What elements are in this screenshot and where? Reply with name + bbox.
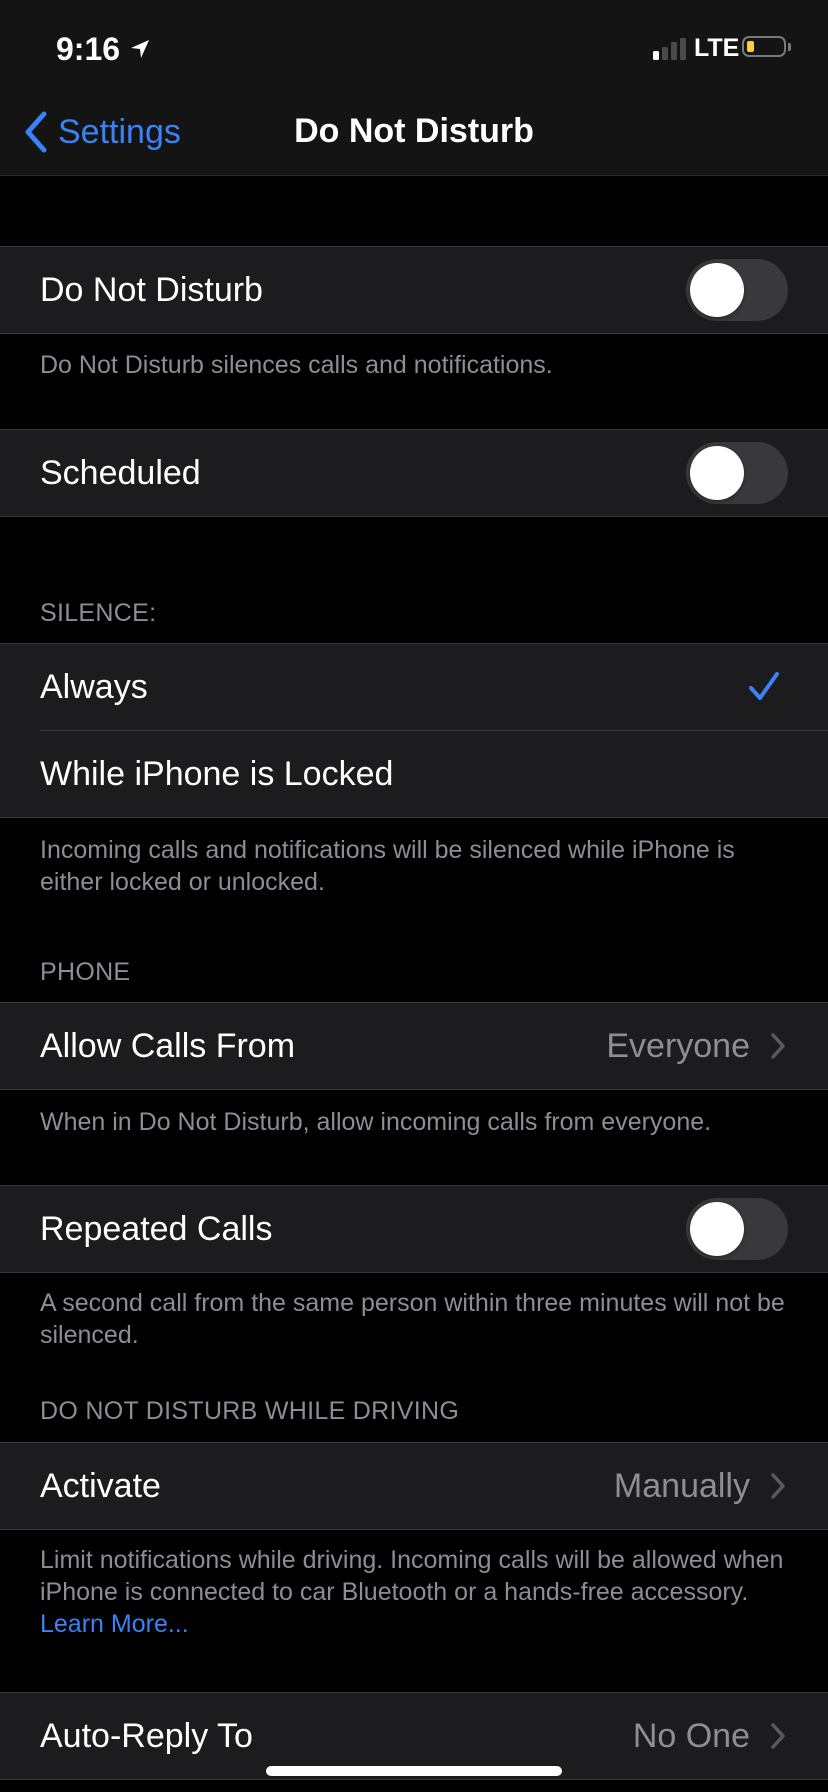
checkmark-icon — [749, 672, 779, 700]
toggle-knob — [690, 263, 744, 317]
battery-level — [747, 41, 754, 52]
allow-calls-from-cell[interactable]: Allow Calls From Everyone — [0, 1003, 828, 1089]
silence-option-always[interactable]: Always — [0, 644, 828, 730]
scheduled-label: Scheduled — [40, 453, 201, 492]
learn-more-link[interactable]: Learn More... — [40, 1610, 189, 1638]
location-arrow-icon — [131, 40, 149, 58]
home-indicator[interactable] — [266, 1766, 562, 1776]
silence-section-header: SILENCE: — [40, 599, 157, 627]
auto-reply-value: No One — [632, 1716, 750, 1755]
scheduled-toggle[interactable] — [686, 442, 788, 504]
battery-cap — [788, 43, 791, 51]
silence-footer: Incoming calls and notifications will be… — [40, 836, 735, 896]
dnd-toggle[interactable] — [686, 259, 788, 321]
allow-calls-value: Everyone — [606, 1026, 750, 1065]
battery-icon — [742, 36, 786, 57]
status-bar: 9:16 LTE — [0, 0, 828, 88]
chevron-right-icon — [771, 1033, 785, 1059]
option-label: Always — [40, 667, 148, 706]
cellular-signal-icon — [653, 38, 689, 60]
allow-calls-group: Allow Calls From Everyone — [0, 1002, 828, 1090]
network-type: LTE — [694, 34, 740, 62]
signal-bar — [671, 42, 677, 60]
signal-bar — [680, 38, 686, 60]
page-title: Do Not Disturb — [294, 112, 534, 150]
driving-footer-text: Limit notifications while driving. Incom… — [40, 1546, 784, 1606]
scheduled-cell: Scheduled — [0, 430, 828, 516]
signal-bar — [653, 51, 659, 60]
repeated-calls-cell: Repeated Calls — [0, 1186, 828, 1272]
activate-cell[interactable]: Activate Manually — [0, 1443, 828, 1529]
dnd-group: Do Not Disturb — [0, 246, 828, 334]
allow-calls-footer: When in Do Not Disturb, allow incoming c… — [40, 1108, 712, 1136]
scheduled-group: Scheduled — [0, 429, 828, 517]
silence-option-while-locked[interactable]: While iPhone is Locked — [40, 730, 828, 817]
chevron-right-icon — [771, 1723, 785, 1749]
driving-section-header: DO NOT DISTURB WHILE DRIVING — [40, 1397, 460, 1425]
repeated-calls-label: Repeated Calls — [40, 1209, 273, 1248]
activate-label: Activate — [40, 1466, 161, 1505]
dnd-footer: Do Not Disturb silences calls and notifi… — [40, 351, 553, 379]
chevron-right-icon — [771, 1473, 785, 1499]
toggle-knob — [690, 446, 744, 500]
driving-footer: Limit notifications while driving. Incom… — [40, 1544, 792, 1640]
dnd-label: Do Not Disturb — [40, 270, 263, 309]
auto-reply-label: Auto-Reply To — [40, 1716, 253, 1755]
navigation-bar: Settings Do Not Disturb — [0, 88, 828, 176]
repeated-calls-footer: A second call from the same person withi… — [40, 1289, 785, 1349]
repeated-calls-group: Repeated Calls — [0, 1185, 828, 1273]
activate-value: Manually — [613, 1466, 750, 1505]
toggle-knob — [690, 1202, 744, 1256]
dnd-cell: Do Not Disturb — [0, 247, 828, 333]
silence-group: Always While iPhone is Locked — [0, 643, 828, 818]
status-time: 9:16 — [56, 31, 121, 67]
signal-bar — [662, 47, 668, 60]
option-label: While iPhone is Locked — [40, 754, 394, 793]
repeated-calls-toggle[interactable] — [686, 1198, 788, 1260]
allow-calls-label: Allow Calls From — [40, 1026, 296, 1065]
activate-group: Activate Manually — [0, 1442, 828, 1530]
phone-section-header: PHONE — [40, 958, 131, 986]
